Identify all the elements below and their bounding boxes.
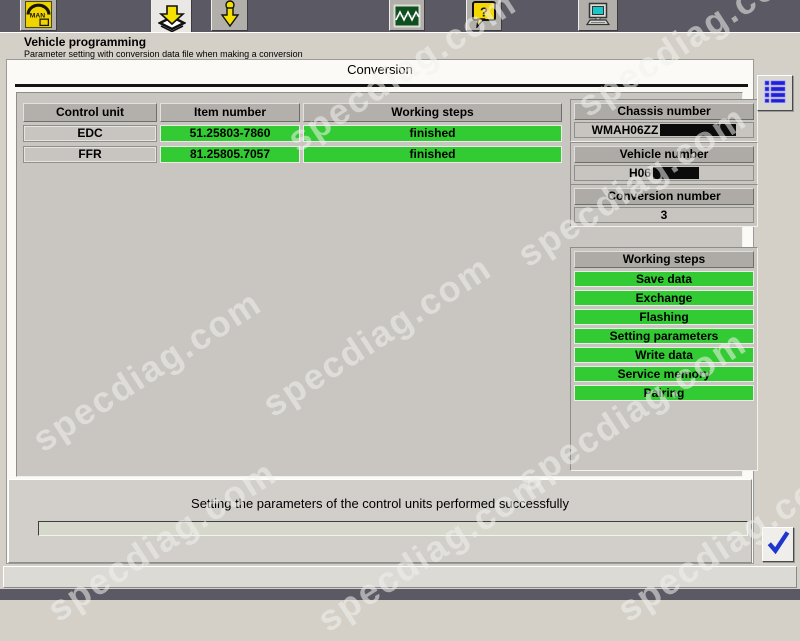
redaction-box [653, 167, 699, 179]
programming-icon [158, 5, 186, 33]
measurement-scope-icon [393, 4, 421, 28]
system-computer-icon [583, 2, 613, 28]
progress-bar [38, 521, 748, 536]
chassis-number-label: Chassis number [574, 103, 754, 120]
man-logo-icon: MAN [25, 1, 52, 28]
table-header-working-steps: Working steps [303, 103, 562, 122]
working-steps-box: Working steps Save data Exchange Flashin… [570, 247, 758, 471]
conversion-number-box: Conversion number 3 [570, 184, 758, 227]
toolbar: MAN [0, 0, 800, 32]
programming-button[interactable] [151, 0, 192, 35]
step-setting-parameters: Setting parameters [574, 328, 754, 344]
status-message: Setting the parameters of the control un… [8, 496, 752, 511]
vehicle-number-box: Vehicle number H06 [570, 142, 758, 185]
vehicle-number-label: Vehicle number [574, 146, 754, 163]
step-service-memory: Service memory [574, 366, 754, 382]
control-unit-cell: EDC [23, 125, 157, 142]
page-title: Vehicle programming [24, 35, 146, 49]
status-bar [3, 566, 797, 588]
redaction-box [660, 124, 736, 136]
conversion-heading: Conversion [8, 62, 752, 82]
heading-rule [15, 84, 748, 87]
checkmark-icon [765, 528, 791, 561]
man-logo-button[interactable]: MAN [20, 0, 57, 31]
status-cell: finished [303, 146, 562, 163]
control-unit-cell: FFR [23, 146, 157, 163]
page-subtitle: Parameter setting with conversion data f… [24, 49, 303, 59]
diagnosis-plug-button[interactable] [211, 0, 248, 31]
working-steps-label: Working steps [574, 251, 754, 268]
confirm-button[interactable] [762, 527, 794, 562]
table-header-item-number: Item number [160, 103, 300, 122]
step-save-data: Save data [574, 271, 754, 287]
conversion-number-label: Conversion number [574, 188, 754, 205]
step-exchange: Exchange [574, 290, 754, 306]
chassis-number-value: WMAH06ZZ [574, 122, 754, 138]
list-icon [763, 79, 787, 108]
bottom-strip [0, 589, 800, 600]
step-pairing: Pairing [574, 385, 754, 401]
system-computer-button[interactable] [578, 0, 618, 31]
svg-text:?: ? [480, 5, 488, 20]
conversion-number-value: 3 [574, 207, 754, 223]
status-cell: finished [303, 125, 562, 142]
step-write-data: Write data [574, 347, 754, 363]
help-icon: ? [471, 0, 497, 28]
measurement-scope-button[interactable] [389, 0, 425, 31]
diagnosis-plug-icon [218, 0, 242, 28]
details-list-button[interactable] [757, 75, 793, 111]
vehicle-number-value: H06 [574, 165, 754, 181]
item-number-cell: 51.25803-7860 [160, 125, 300, 142]
item-number-cell: 81.25805.7057 [160, 146, 300, 163]
step-flashing: Flashing [574, 309, 754, 325]
help-button[interactable]: ? [466, 0, 502, 31]
table-header-control-unit: Control unit [23, 103, 157, 122]
chassis-number-box: Chassis number WMAH06ZZ [570, 99, 758, 142]
